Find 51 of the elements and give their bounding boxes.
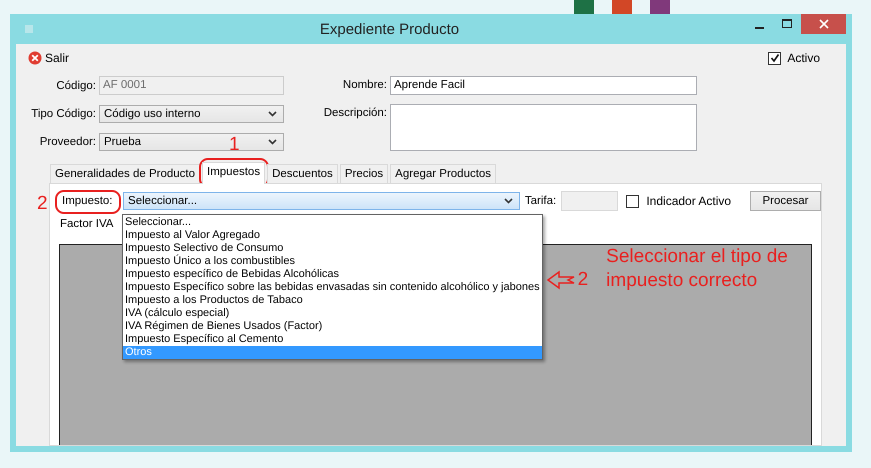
app-icon (612, 0, 632, 14)
caret-icon (504, 198, 513, 204)
dropdown-option[interactable]: Impuesto Único a los combustibles (123, 255, 542, 268)
checkbox-label: Activo (787, 51, 820, 65)
close-icon (818, 19, 828, 29)
field-label: Impuesto: (62, 195, 112, 207)
dropdown-option[interactable]: Impuesto al Valor Agregado (123, 229, 542, 242)
checkbox[interactable] (768, 52, 782, 64)
tax-dropdown[interactable]: Seleccionar... (123, 192, 520, 210)
close-button[interactable] (801, 14, 846, 34)
exit-button[interactable]: Salir (26, 51, 72, 65)
dropdown[interactable]: Código uso interno (99, 104, 284, 123)
field-label: Proveedor: (38, 134, 96, 150)
step-number: 2 (37, 194, 48, 213)
app-icon (650, 0, 670, 14)
tab[interactable]: Agregar Productos (390, 164, 496, 183)
tab[interactable]: Impuestos (202, 162, 266, 184)
tab[interactable]: Generalidades de Producto (50, 164, 200, 183)
dropdown-option[interactable]: Seleccionar... (123, 216, 542, 229)
checkbox-label: Indicador Activo (646, 194, 732, 208)
dropdown-option[interactable]: Impuesto específico de Bebidas Alcohólicas (123, 268, 542, 281)
caret-icon (268, 110, 277, 117)
arrow-icon (546, 270, 576, 290)
process-button[interactable]: Procesar (750, 191, 821, 211)
dropdown-option[interactable]: IVA Régimen de Bienes Usados (Factor) (123, 320, 542, 333)
field-label: Tarifa: (524, 195, 556, 207)
field-label: Descripción: (322, 106, 387, 121)
step-number: 1 (229, 135, 240, 154)
maximize-icon (782, 19, 792, 29)
rate-field[interactable] (561, 191, 618, 211)
app-icon (574, 0, 594, 14)
dropdown-option[interactable]: IVA (cálculo especial) (123, 307, 542, 320)
window-title: Expediente Producto (318, 20, 460, 38)
caret-icon (268, 138, 277, 145)
annotation-text: Seleccionar el tipo de impuesto correcto (606, 245, 789, 293)
field-label: Factor IVA (60, 218, 114, 230)
field-label: Código: (55, 78, 96, 94)
tab[interactable]: Descuentos (267, 164, 338, 183)
close-icon (28, 51, 42, 65)
dropdown-option[interactable]: Impuesto a los Productos de Tabaco (123, 294, 542, 307)
tab[interactable]: Precios (340, 164, 388, 183)
dropdown-option[interactable]: Impuesto Selectivo de Consumo (123, 242, 542, 255)
dropdown-option[interactable]: Impuesto Específico al Cemento (123, 333, 542, 346)
field-label: Nombre: (342, 78, 387, 93)
field-label: Tipo Código: (30, 106, 96, 122)
app-icon (24, 24, 34, 34)
checkbox[interactable] (626, 194, 640, 208)
text-field[interactable]: Aprende Facil (390, 76, 697, 95)
step-number: 2 (578, 270, 588, 290)
minimize-icon (754, 26, 764, 28)
dropdown-option[interactable]: Impuesto Específico sobre las bebidas envasadas sin contenido alcohólico y jabones (123, 281, 542, 294)
